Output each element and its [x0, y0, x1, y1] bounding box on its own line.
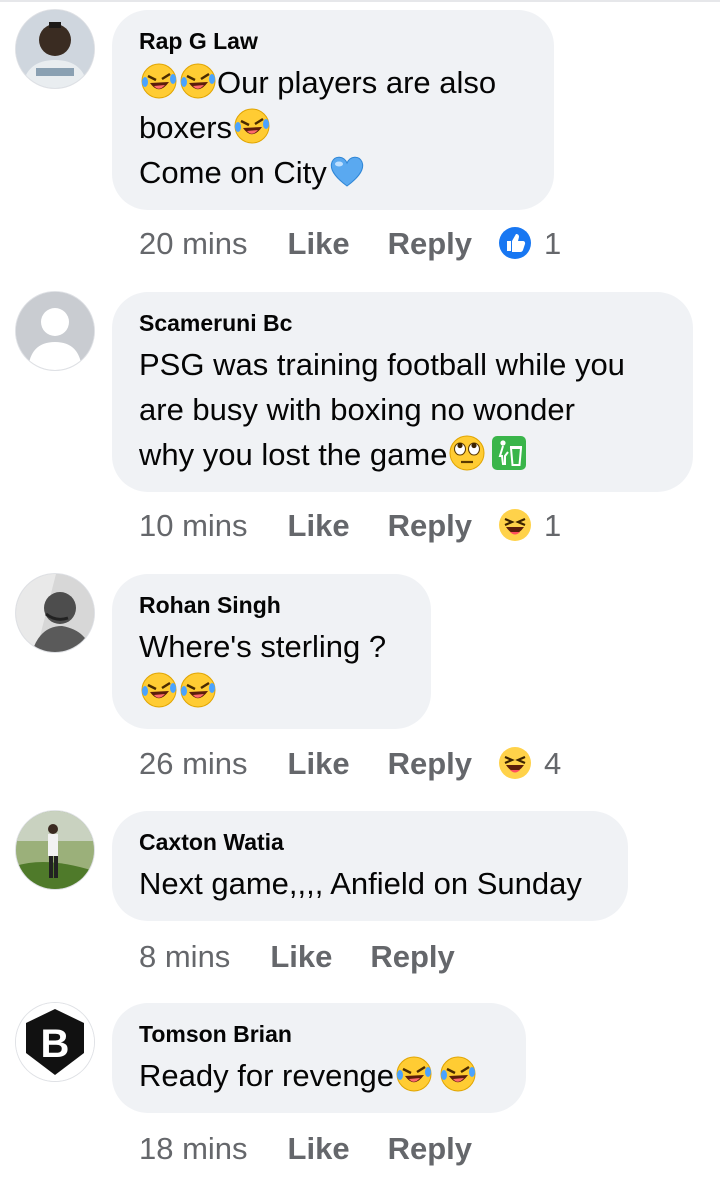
comment-bubble: Rohan Singh Where's sterling ? [112, 574, 431, 729]
trash-bin-sign-icon [490, 434, 528, 472]
like-reaction-icon[interactable] [498, 226, 532, 260]
comment-actions: 20 mins Like Reply 1 [139, 224, 561, 264]
like-button[interactable]: Like [270, 937, 332, 977]
avatar[interactable] [16, 10, 94, 88]
comment-text: Where's sterling ? [139, 624, 403, 714]
comment-bubble: Rap G Law Our players are also boxers Co… [112, 10, 554, 210]
timestamp[interactable]: 18 mins [139, 1129, 248, 1169]
reaction-count: 4 [544, 746, 562, 781]
like-button[interactable]: Like [288, 744, 350, 784]
avatar[interactable] [16, 292, 94, 370]
comment-text: Ready for revenge [139, 1053, 498, 1098]
author-name[interactable]: Scameruni Bc [139, 308, 665, 338]
haha-reaction-icon[interactable] [498, 508, 532, 542]
comment-bubble: Caxton Watia Next game,,,, Anfield on Su… [112, 811, 628, 921]
comment-text: Next game,,,, Anfield on Sunday [139, 866, 582, 901]
timestamp[interactable]: 8 mins [139, 937, 230, 977]
comment-text: Our players are also boxers Come on City [139, 60, 526, 195]
haha-reaction-icon[interactable] [498, 746, 532, 780]
avatar[interactable]: B [16, 1003, 94, 1081]
rofl-emoji-icon [233, 107, 271, 145]
comment-bubble: Tomson Brian Ready for revenge [112, 1003, 526, 1113]
avatar-letter: B [41, 1022, 70, 1066]
reply-button[interactable]: Reply [370, 937, 454, 977]
blue-heart-icon [328, 152, 366, 190]
author-name[interactable]: Tomson Brian [139, 1019, 498, 1049]
rofl-emoji-icon [140, 671, 178, 709]
like-button[interactable]: Like [288, 224, 350, 264]
reply-button[interactable]: Reply [388, 224, 472, 264]
comment-bubble: Scameruni Bc PSG was training football w… [112, 292, 693, 492]
reaction-count: 1 [544, 508, 562, 543]
rofl-emoji-icon [140, 62, 178, 100]
timestamp[interactable]: 10 mins [139, 506, 248, 546]
comment-actions: 10 mins Like Reply 1 [139, 506, 561, 546]
comment-text: PSG was training football while you are … [139, 347, 625, 472]
comment-actions: 18 mins Like Reply [139, 1129, 510, 1169]
top-divider [0, 0, 720, 2]
timestamp[interactable]: 26 mins [139, 744, 248, 784]
like-button[interactable]: Like [288, 506, 350, 546]
reply-button[interactable]: Reply [388, 1129, 472, 1169]
timestamp[interactable]: 20 mins [139, 224, 248, 264]
avatar[interactable] [16, 811, 94, 889]
rofl-emoji-icon [439, 1055, 477, 1093]
author-name[interactable]: Rap G Law [139, 26, 526, 56]
rofl-emoji-icon [179, 62, 217, 100]
reaction-count: 1 [544, 226, 562, 261]
like-button[interactable]: Like [288, 1129, 350, 1169]
eye-roll-emoji-icon [448, 434, 486, 472]
reply-button[interactable]: Reply [388, 744, 472, 784]
rofl-emoji-icon [179, 671, 217, 709]
comment-actions: 8 mins Like Reply [139, 937, 493, 977]
reply-button[interactable]: Reply [388, 506, 472, 546]
rofl-emoji-icon [395, 1055, 433, 1093]
author-name[interactable]: Caxton Watia [139, 827, 600, 857]
avatar[interactable] [16, 574, 94, 652]
author-name[interactable]: Rohan Singh [139, 590, 403, 620]
comment-actions: 26 mins Like Reply 4 [139, 744, 561, 784]
